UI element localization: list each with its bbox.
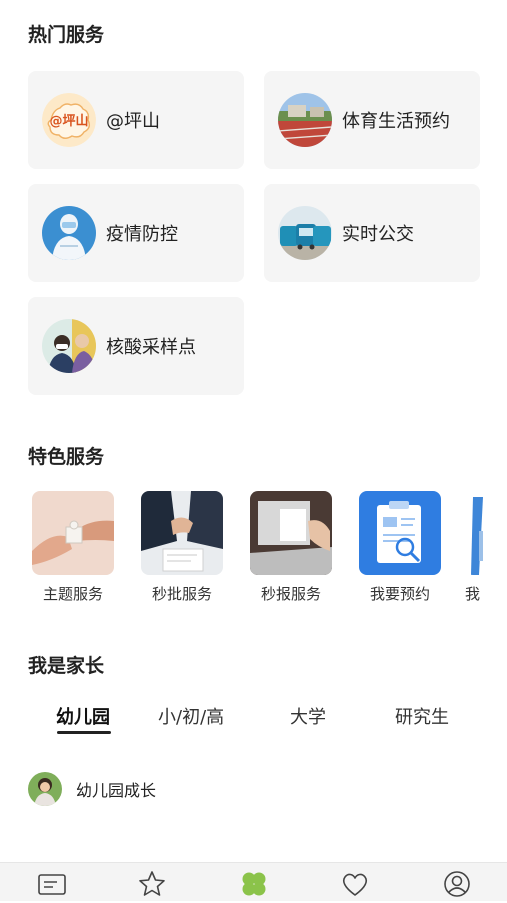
- feature-instant-report[interactable]: 秒报服务: [249, 491, 333, 604]
- service-label: 疫情防控: [106, 224, 178, 245]
- clover-icon[interactable]: [239, 869, 269, 899]
- star-icon[interactable]: [137, 869, 167, 899]
- list-item-label: 幼儿园成长: [76, 781, 157, 800]
- feature-instant-approval[interactable]: 秒批服务: [140, 491, 224, 604]
- profile-icon[interactable]: [442, 869, 472, 899]
- feature-label: 秒批服务: [151, 585, 212, 603]
- handshake-document-icon: [141, 491, 223, 575]
- partial-service-icon: [465, 491, 485, 575]
- service-label: 核酸采样点: [106, 337, 196, 358]
- service-card-epidemic[interactable]: 疫情防控: [28, 184, 244, 282]
- service-card-pingshan[interactable]: @坪山 @坪山: [28, 71, 244, 169]
- feature-label: 我要预约: [369, 585, 430, 603]
- tab-graduate[interactable]: 研究生: [395, 703, 449, 729]
- feature-partial[interactable]: 我: [465, 491, 485, 611]
- service-card-sports[interactable]: 体育生活预约: [264, 71, 480, 169]
- bottom-nav-bar: [0, 862, 507, 901]
- sports-field-icon: [278, 93, 332, 147]
- service-card-bus[interactable]: 实时公交: [264, 184, 480, 282]
- hot-services-title: 热门服务: [28, 24, 105, 46]
- nucleic-test-icon: [42, 319, 96, 373]
- feature-appointment[interactable]: 我要预约: [358, 491, 442, 604]
- tab-primary-middle-high[interactable]: 小/初/高: [158, 703, 224, 729]
- bus-icon: [278, 206, 332, 260]
- clipboard-appointment-icon: [359, 491, 441, 575]
- laptop-report-icon: [250, 491, 332, 575]
- medical-worker-icon: [42, 206, 96, 260]
- news-icon[interactable]: [37, 869, 67, 899]
- puzzle-hands-icon: [32, 491, 114, 575]
- feature-theme-service[interactable]: 主题服务: [31, 491, 115, 604]
- pingshan-logo-icon: @坪山: [42, 93, 96, 147]
- service-label: 体育生活预约: [342, 111, 450, 132]
- feature-label: 秒报服务: [260, 585, 321, 603]
- heart-icon[interactable]: [340, 869, 370, 899]
- list-item-kindergarten-growth[interactable]: 幼儿园成长: [28, 772, 156, 806]
- feature-label: 我: [465, 585, 481, 603]
- parent-section-title: 我是家长: [28, 655, 105, 677]
- feature-services-title: 特色服务: [28, 446, 105, 468]
- child-avatar-icon: [28, 772, 62, 806]
- service-card-nucleic[interactable]: 核酸采样点: [28, 297, 244, 395]
- service-label: @坪山: [106, 111, 160, 132]
- tab-university[interactable]: 大学: [290, 703, 326, 729]
- tab-kindergarten[interactable]: 幼儿园: [56, 703, 110, 729]
- active-tab-indicator: [57, 731, 111, 734]
- service-label: 实时公交: [342, 224, 414, 245]
- pingshan-logo-text: @坪山: [49, 113, 88, 129]
- feature-label: 主题服务: [42, 585, 103, 603]
